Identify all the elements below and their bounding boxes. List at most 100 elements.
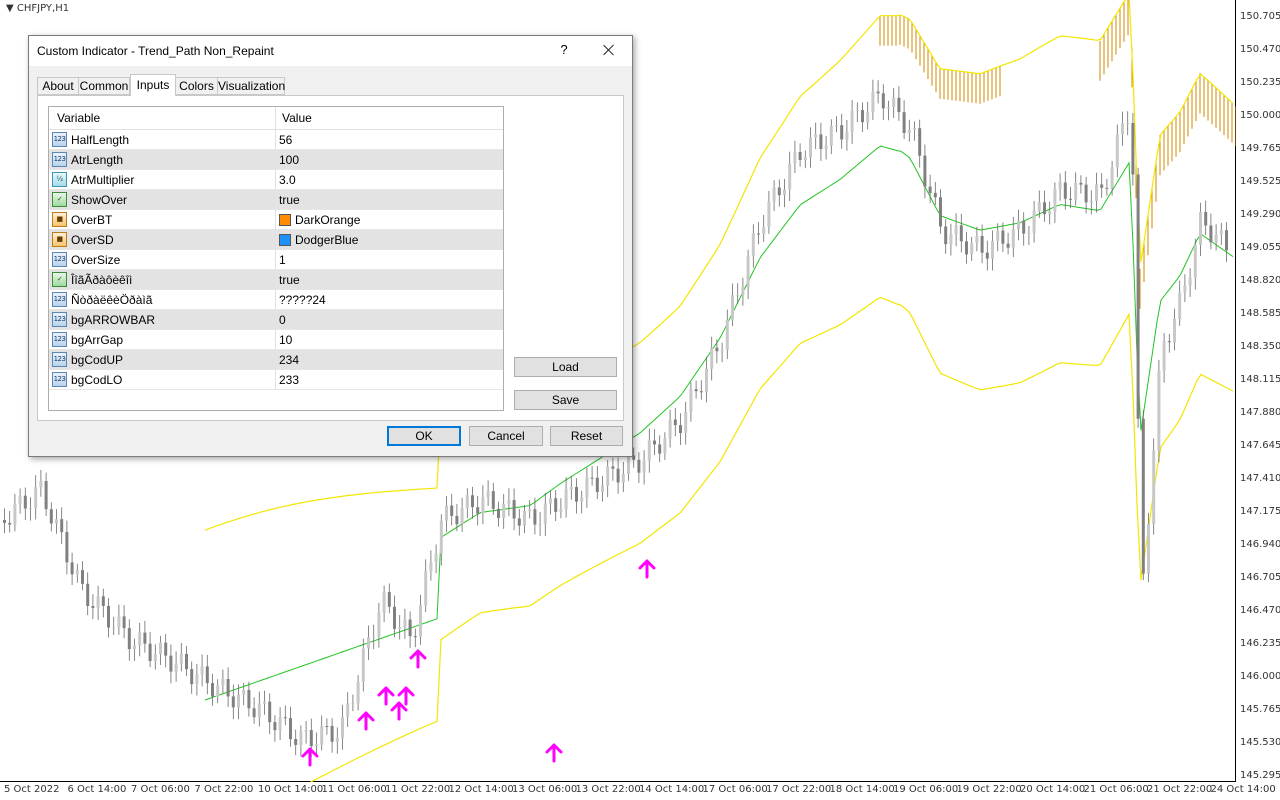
candle-body <box>60 519 64 533</box>
table-row[interactable]: 123 bgARROWBAR 0 <box>49 310 503 330</box>
candle-body <box>549 498 552 504</box>
table-row[interactable]: ✓ ÎîãÃðàôèêîì true <box>49 270 503 290</box>
candle-body <box>315 744 318 746</box>
candle-body <box>148 643 152 661</box>
candle-body <box>372 636 376 638</box>
bool-type-icon: ✓ <box>52 272 67 287</box>
dropdown-triangle-icon[interactable]: ▼ <box>6 3 14 14</box>
candle-body <box>200 666 204 675</box>
variable-value[interactable]: true <box>279 193 300 207</box>
table-row[interactable]: 123 ÑòðàëêèÖðàìã ?????24 <box>49 290 503 310</box>
candle-body <box>783 189 786 196</box>
variable-name: ÎîãÃðàôèêîì <box>71 273 133 287</box>
tab-visualization[interactable]: Visualization <box>217 77 285 95</box>
price-tick-label: 150.000 <box>1240 110 1280 121</box>
variable-value[interactable]: true <box>279 273 300 287</box>
candle-body <box>731 295 734 320</box>
candle-body <box>226 679 230 697</box>
candle-body <box>902 112 906 133</box>
candle-body <box>18 495 22 505</box>
variable-value[interactable]: 100 <box>279 153 299 167</box>
price-tick-label: 149.765 <box>1240 143 1280 154</box>
table-row[interactable]: ■ OverBT DarkOrange <box>49 210 503 230</box>
candle-body <box>346 703 350 717</box>
table-row[interactable]: ✓ ShowOver true <box>49 190 503 210</box>
table-row[interactable]: ■ OverSD DodgerBlue <box>49 230 503 250</box>
candle-body <box>694 389 698 392</box>
candle-body <box>159 642 162 655</box>
load-button[interactable]: Load <box>514 357 617 377</box>
variable-value[interactable]: 3.0 <box>279 173 296 187</box>
cancel-button[interactable]: Cancel <box>469 426 543 446</box>
integer-type-icon: 123 <box>52 292 67 307</box>
reset-button[interactable]: Reset <box>550 426 623 446</box>
candle-body <box>216 685 220 697</box>
variable-value[interactable]: 10 <box>279 333 292 347</box>
candle-body <box>429 561 433 572</box>
candle-body <box>949 234 953 245</box>
variable-value[interactable]: 234 <box>279 353 299 367</box>
candle-body <box>164 642 168 656</box>
candle-body <box>585 477 589 498</box>
color-value-text: DarkOrange <box>295 213 361 227</box>
variable-value[interactable]: 1 <box>279 253 286 267</box>
help-button[interactable]: ? <box>557 42 571 57</box>
candle-body <box>387 592 391 607</box>
variable-name: HalfLength <box>71 133 130 147</box>
candle-body <box>169 655 173 672</box>
candle-body <box>595 477 599 493</box>
table-row[interactable]: 123 AtrLength 100 <box>49 150 503 170</box>
candle-body <box>845 132 849 140</box>
save-button[interactable]: Save <box>514 390 617 410</box>
dialog-titlebar[interactable]: Custom Indicator - Trend_Path Non_Repain… <box>29 36 632 66</box>
candle-body <box>590 477 594 479</box>
symbol-name: CHFJPY,H1 <box>16 3 70 14</box>
inputs-grid[interactable]: Variable Value 123 HalfLength 56 123 AtrLeng… <box>48 106 504 411</box>
variable-name: AtrMultiplier <box>71 173 135 187</box>
time-tick-label: 17 Oct 22:00 <box>766 784 832 795</box>
table-row[interactable]: 123 bgCodUP 234 <box>49 350 503 370</box>
variable-value[interactable]: 0 <box>279 313 286 327</box>
symbol-label: ▼ CHFJPY,H1 <box>6 3 69 14</box>
tab-inputs[interactable]: Inputs <box>130 74 176 96</box>
candle-body <box>517 518 521 526</box>
table-row[interactable]: 123 bgArrGap 10 <box>49 330 503 350</box>
candle-body <box>1069 198 1072 200</box>
candle-body <box>814 134 818 138</box>
variable-value[interactable]: 56 <box>279 133 292 147</box>
candle-body <box>299 731 303 745</box>
price-tick-label: 150.235 <box>1240 77 1280 88</box>
table-row[interactable]: ½ AtrMultiplier 3.0 <box>49 170 503 190</box>
candle-body <box>174 663 178 672</box>
variable-value[interactable]: ?????24 <box>279 293 326 307</box>
variable-name: bgArrGap <box>71 333 124 347</box>
table-row[interactable]: 123 HalfLength 56 <box>49 130 503 150</box>
candle-body <box>954 225 958 234</box>
table-row[interactable]: 123 bgCodLO 233 <box>49 370 503 390</box>
tab-about[interactable]: About <box>37 77 79 95</box>
tab-colors[interactable]: Colors <box>175 77 218 95</box>
candle-body <box>523 511 526 526</box>
candle-body <box>647 440 651 461</box>
variable-value[interactable]: DodgerBlue <box>279 233 358 247</box>
header-variable[interactable]: Variable <box>57 111 100 125</box>
candle-body <box>606 466 610 486</box>
ok-button[interactable]: OK <box>387 426 461 446</box>
price-tick-label: 148.115 <box>1240 374 1280 385</box>
tab-common[interactable]: Common <box>78 77 130 95</box>
candle-body <box>1017 220 1020 229</box>
table-row[interactable]: 123 OverSize 1 <box>49 250 503 270</box>
close-icon[interactable] <box>599 40 619 60</box>
candle-body <box>434 553 438 562</box>
header-value[interactable]: Value <box>282 111 312 125</box>
candle-body <box>377 612 381 637</box>
variable-value[interactable]: 233 <box>279 373 299 387</box>
candle-body <box>887 107 890 109</box>
variable-value[interactable]: DarkOrange <box>279 213 360 227</box>
candle-body <box>304 730 308 732</box>
candle-body <box>1058 182 1062 189</box>
integer-type-icon: 123 <box>52 312 67 327</box>
candle-body <box>398 627 402 629</box>
candle-body <box>528 509 532 512</box>
candle-body <box>1147 524 1150 574</box>
